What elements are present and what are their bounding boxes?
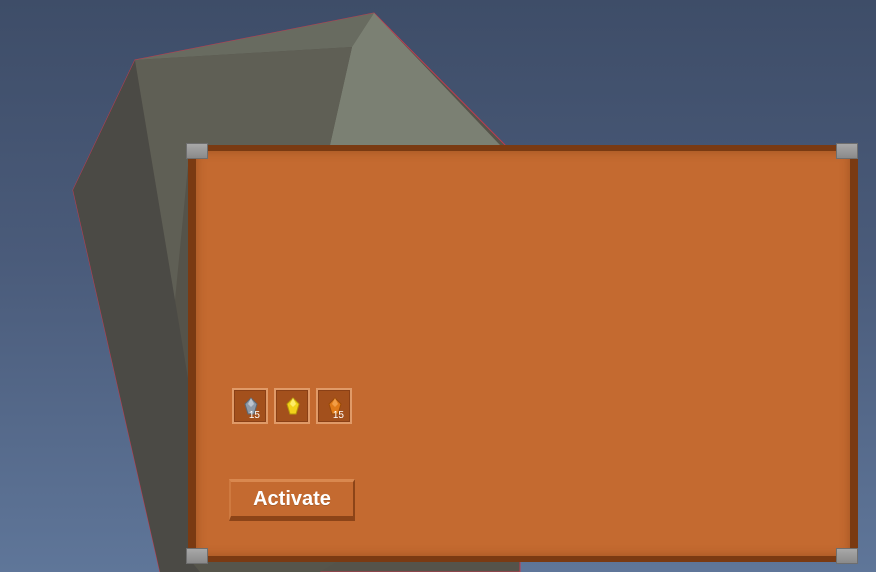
slot-count: 15 <box>248 410 260 421</box>
inventory-slot-yellow-gem[interactable] <box>274 388 310 424</box>
activate-button[interactable]: Activate <box>229 479 355 521</box>
inventory-slot-orange-gem[interactable]: 15 <box>316 388 352 424</box>
inventory-slots: 15 15 <box>232 388 352 424</box>
panel-corner-bottom-right <box>836 548 858 564</box>
panel-corner-bottom-left <box>186 548 208 564</box>
slot-count: 15 <box>332 410 344 421</box>
yellow-gem-icon <box>286 397 300 415</box>
inventory-slot-gray-gem[interactable]: 15 <box>232 388 268 424</box>
panel-corner-top-left <box>186 143 208 159</box>
panel-corner-top-right <box>836 143 858 159</box>
